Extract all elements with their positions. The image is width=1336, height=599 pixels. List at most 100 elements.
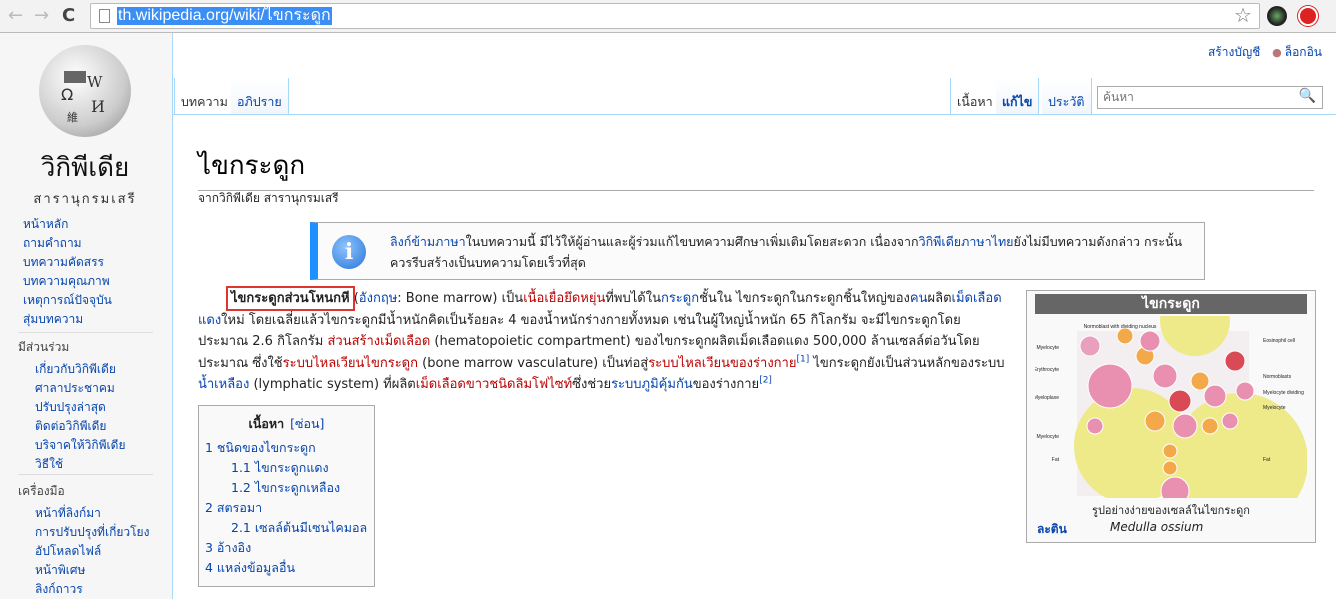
toc-item[interactable]: 2.1 เซลล์ต้นมีเซนไคมอล — [205, 518, 368, 538]
latin-value: Medulla ossium — [1110, 520, 1204, 534]
toc-item[interactable]: 1.2 ไขกระดูกเหลือง — [205, 478, 368, 498]
article-content: ไขกระดูก จากวิกิพีเดีย สารานุกรมเสรี i ล… — [173, 114, 1336, 599]
wiki-link[interactable]: ลิงก์ข้ามภาษา — [390, 234, 466, 249]
globe-glyph: Ω — [61, 85, 74, 104]
tab-edit[interactable]: แก้ไข — [996, 78, 1040, 114]
tab-talk[interactable]: อภิปราย — [231, 78, 289, 114]
sidebar-item-ask[interactable]: ถามคำถาม — [23, 236, 82, 250]
sidebar-item-main-page[interactable]: หน้าหลัก — [23, 217, 68, 231]
adblock-icon[interactable] — [1298, 6, 1318, 26]
bone-marrow-diagram[interactable]: Normoblast with dividing nucleus Myelocyt… — [1035, 316, 1307, 498]
diagram-label: Fat — [1263, 457, 1271, 463]
diagram-label: Myelocyte dividing — [1263, 390, 1304, 396]
toc-item[interactable]: 2 สตรอมา — [205, 498, 368, 518]
globe-glyph: 維 — [67, 111, 78, 124]
blood-cell — [1221, 412, 1239, 430]
wiki-link[interactable]: วิกิพีเดียภาษาไทย — [919, 234, 1014, 249]
tab-read[interactable]: เนื้อหา — [950, 78, 1000, 114]
text-run: ( — [349, 291, 359, 306]
create-account-link[interactable]: สร้างบัญชี — [1208, 45, 1260, 59]
blood-cell — [1139, 330, 1161, 352]
red-link[interactable]: เนื้อเยื่อยึดหยุ่น — [523, 291, 605, 306]
text-run: ของร่างกาย — [692, 377, 760, 392]
toc-item[interactable]: 4 แหล่งข้อมูลอื่น — [205, 558, 368, 578]
citation-link[interactable]: [1] — [796, 354, 809, 364]
search-icon[interactable]: 🔍 — [1299, 88, 1316, 104]
diagram-label: Myelocyte — [1263, 405, 1286, 411]
info-icon: i — [332, 235, 366, 269]
blood-cell — [1079, 335, 1101, 357]
text-run: ชั้นใน ไขกระดูกในกระดูกชิ้นใหญ่ของ — [699, 291, 910, 306]
sidebar-item-community[interactable]: ศาลาประชาคม — [35, 381, 115, 395]
wiki-link[interactable]: ระบบภูมิคุ้มกัน — [611, 377, 693, 392]
diagram-label: Erythrocyte — [1035, 367, 1059, 373]
login-link[interactable]: ล็อกอิน — [1285, 45, 1322, 59]
text-run: : Bone marrow) เป็น — [397, 291, 524, 306]
notice-box: i ลิงก์ข้ามภาษาในบทความนี้ มีไว้ให้ผู้อ่… — [310, 222, 1205, 280]
sidebar-item-current-events[interactable]: เหตุการณ์ปัจจุบัน — [23, 293, 112, 307]
portal-heading[interactable]: มีส่วนร่วม — [0, 338, 173, 357]
sidebar-item-about[interactable]: เกี่ยวกับวิกิพีเดีย — [35, 362, 116, 376]
divider — [18, 474, 153, 475]
sidebar-item-featured[interactable]: บทความคัดสรร — [23, 255, 104, 269]
globe-missing-piece — [64, 71, 86, 83]
sidebar-item-good-articles[interactable]: บทความคุณภาพ — [23, 274, 110, 288]
red-link[interactable]: ระบบไหลเวียนไขกระดูก — [283, 356, 418, 371]
tab-history[interactable]: ประวัติ — [1042, 78, 1092, 114]
user-icon: ● — [1272, 46, 1282, 59]
interaction-portal: มีส่วนร่วม เกี่ยวกับวิกิพีเดีย ศาลาประชา… — [0, 338, 173, 474]
diagram-label: Myelocyte — [1036, 345, 1059, 351]
tab-article[interactable]: บทความ — [174, 78, 235, 114]
wiki-link[interactable]: กระดูก — [661, 291, 699, 306]
wikipedia-logo[interactable]: Ω W И 維 วิกิพีเดีย สารานุกรมเสรี — [30, 45, 140, 207]
wiki-link[interactable]: คน — [910, 291, 928, 306]
red-link[interactable]: ระบบไหลเวียนของร่างกาย — [648, 356, 796, 371]
text-run: ไขกระดูกยังเป็นส่วนหลักของระบบ — [809, 355, 1005, 371]
reload-button[interactable]: C — [62, 5, 75, 26]
url-text[interactable]: th.wikipedia.org/wiki/ไขกระดูก — [117, 7, 332, 25]
sidebar-item-random[interactable]: สุ่มบทความ — [23, 312, 83, 326]
blood-cell — [1162, 460, 1178, 476]
blood-cell — [1201, 417, 1219, 435]
toc-item[interactable]: 3 อ้างอิง — [205, 538, 368, 558]
blood-cell — [1235, 381, 1255, 401]
sidebar-item-special-pages[interactable]: หน้าพิเศษ — [35, 563, 85, 577]
sidebar-item-donate[interactable]: บริจาคให้วิกิพีเดีย — [35, 438, 125, 452]
sidebar-item-what-links-here[interactable]: หน้าที่ลิงก์มา — [35, 506, 101, 520]
back-button[interactable]: ← — [8, 5, 23, 26]
sidebar-item-recent-changes[interactable]: ปรับปรุงล่าสุด — [35, 400, 106, 414]
diagram-label: Fat — [1052, 457, 1060, 463]
sidebar-item-upload[interactable]: อัปโหลดไฟล์ — [35, 544, 101, 558]
sidebar-item-permalink[interactable]: ลิงก์ถาวร — [35, 582, 83, 596]
search-input[interactable] — [1098, 87, 1288, 107]
blood-cell — [1190, 371, 1210, 391]
wiki-link[interactable]: น้ำเหลือง — [198, 377, 249, 392]
personal-tools: สร้างบัญชี ● ล็อกอิน — [1208, 43, 1322, 62]
notice-text: ลิงก์ข้ามภาษาในบทความนี้ มีไว้ให้ผู้อ่าน… — [390, 231, 1200, 273]
diagram-label: Eosinophil cell — [1263, 338, 1295, 344]
sidebar-item-related-changes[interactable]: การปรับปรุงที่เกี่ยวโยง — [35, 525, 149, 539]
toc-item[interactable]: 1.1 ไขกระดูกแดง — [205, 458, 368, 478]
wiki-link[interactable]: อังกฤษ — [359, 291, 397, 306]
latin-label[interactable]: ละติน — [1037, 520, 1067, 539]
toc-item[interactable]: 1 ชนิดของไขกระดูก — [205, 438, 368, 458]
text-run: ผลิต — [927, 291, 952, 306]
portal-heading[interactable]: เครื่องมือ — [0, 482, 173, 501]
address-bar[interactable]: th.wikipedia.org/wiki/ไขกระดูก — [90, 3, 1260, 29]
page-title: ไขกระดูก — [198, 145, 1314, 191]
diagram-label: Myelocyte — [1036, 434, 1059, 440]
citation-link[interactable]: [2] — [759, 376, 772, 386]
text-run: ซึ่งช่วย — [572, 377, 612, 392]
extension-icon[interactable] — [1267, 6, 1287, 26]
infobox: ไขกระดูก Normoblast with dividing nucleu… — [1026, 290, 1316, 543]
globe-glyph: W — [87, 73, 103, 91]
forward-button[interactable]: → — [34, 5, 49, 26]
toc-toggle[interactable]: [ซ่อน] — [290, 416, 324, 431]
bookmark-star-icon[interactable]: ☆ — [1234, 3, 1252, 27]
blood-cell — [1087, 363, 1133, 409]
red-link[interactable]: ส่วนสร้างเม็ดเลือด — [327, 334, 430, 349]
sidebar-item-contact[interactable]: ติดต่อวิกิพีเดีย — [35, 419, 106, 433]
sidebar-item-help[interactable]: วิธีใช้ — [35, 457, 63, 471]
red-link[interactable]: เม็ดเลือดขาวชนิดลิมโฟไซท์ — [416, 377, 572, 392]
text-run: (lymphatic system) ที่ผลิต — [249, 377, 416, 392]
